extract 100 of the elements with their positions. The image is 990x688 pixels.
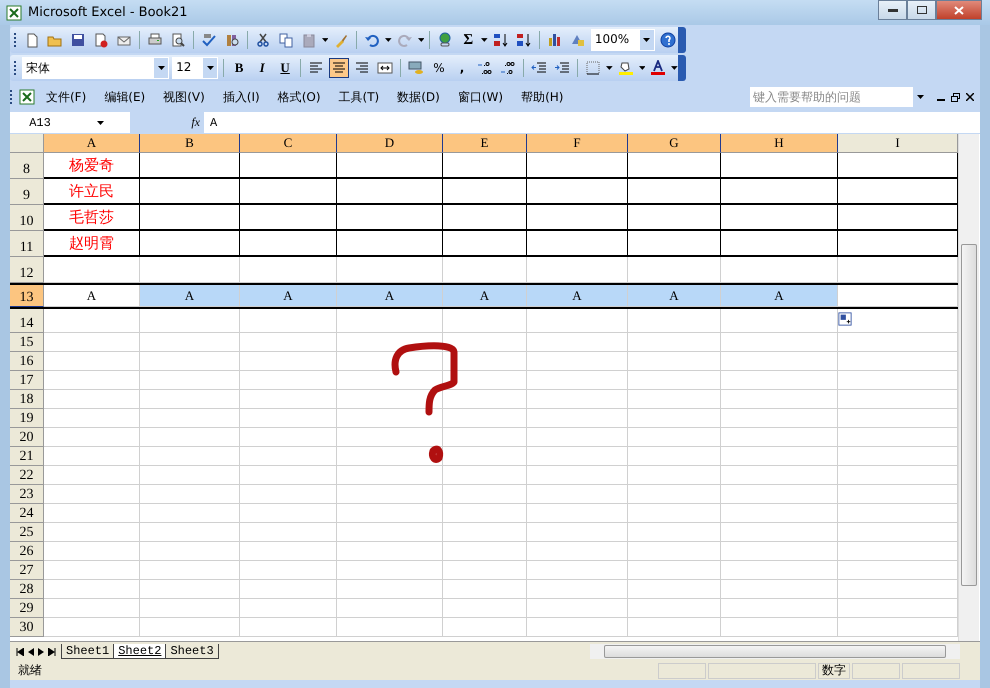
scrollbar-thumb[interactable] [604,645,946,658]
row-header[interactable]: 18 [10,390,44,409]
caret-icon[interactable] [916,95,924,99]
menu-item[interactable]: 编辑(E) [97,86,152,108]
menu-item[interactable]: 视图(V) [156,86,212,108]
menu-item[interactable]: 窗口(W) [450,86,510,108]
row-header[interactable]: 17 [10,371,44,390]
caret-icon[interactable] [385,38,392,42]
table-cell: A [140,285,240,307]
column-header[interactable]: E [443,134,527,153]
menu-item[interactable]: 文件(F) [39,86,94,108]
sheet-tab[interactable]: Sheet1 [61,644,114,659]
table-cell: A [527,285,628,307]
row-header[interactable]: 8 [10,153,44,179]
horizontal-scrollbar[interactable] [590,644,960,659]
row-header[interactable]: 12 [10,257,44,283]
caret-icon[interactable] [481,38,488,42]
row-header[interactable]: 13 [10,285,44,307]
row-header[interactable]: 28 [10,580,44,599]
close-icon[interactable] [966,92,974,100]
row-header[interactable]: 24 [10,504,44,523]
menu-item[interactable]: 数据(D) [390,86,447,108]
column-header[interactable]: D [337,134,443,153]
row-header[interactable]: 29 [10,599,44,618]
caret-icon[interactable] [638,66,646,70]
close-icon [954,6,964,14]
align-center-button[interactable] [329,58,350,78]
row-header[interactable]: 11 [10,231,44,257]
row-header[interactable]: 22 [10,466,44,485]
underline-button[interactable]: U [275,58,296,78]
table-cell: 许立民 [44,179,140,205]
table-cell: A [443,285,527,307]
excel-logo-icon [19,89,35,105]
minimize-button[interactable] [878,0,907,20]
row-header[interactable]: 19 [10,409,44,428]
font-size-dropdown[interactable]: 12 [172,57,218,79]
next-sheet-icon[interactable] [38,648,44,656]
fill-bucket-icon [618,60,634,76]
help-search-field[interactable]: 键入需要帮助的问题 [750,87,927,107]
bold-button[interactable]: B [229,58,250,78]
column-header[interactable]: G [628,134,721,153]
column-header[interactable]: F [527,134,628,153]
minimize-icon [888,8,898,12]
row-header[interactable]: 21 [10,447,44,466]
scrollbar-thumb[interactable] [961,244,977,586]
caret-icon[interactable] [96,120,104,124]
column-header[interactable]: H [721,134,838,153]
percent-button[interactable]: % [429,58,449,78]
italic-button[interactable]: I [252,58,272,78]
maximize-button[interactable] [907,0,936,20]
row-header[interactable]: 14 [10,309,44,333]
row-header[interactable]: 20 [10,428,44,447]
table-cell: 毛哲莎 [44,205,140,231]
status-pane [902,662,960,678]
table-cell: A [628,285,721,307]
caret-icon[interactable] [643,38,650,42]
row-header[interactable]: 30 [10,618,44,637]
autosum-button[interactable]: Σ [458,30,478,50]
caret-icon[interactable] [206,66,214,70]
menu-item[interactable]: 工具(T) [332,86,386,108]
first-sheet-icon[interactable] [16,648,24,656]
vertical-scrollbar[interactable] [958,134,979,641]
insert-function-button[interactable]: fx [191,115,200,130]
font-dropdown[interactable]: 宋体 [22,57,170,79]
zoom-dropdown[interactable]: 100% [590,29,655,51]
row-header[interactable]: 15 [10,333,44,352]
column-header[interactable]: A [44,134,140,153]
borders-icon [584,60,601,76]
row-header[interactable]: 26 [10,542,44,561]
comma-button[interactable]: , [452,58,472,78]
help-button[interactable] [658,30,678,50]
row-header[interactable]: 9 [10,179,44,205]
formula-field[interactable]: A [204,116,218,130]
caret-icon[interactable] [418,38,424,42]
copy-pages-icon [278,32,294,48]
table-cell: A [240,285,337,307]
menu-item[interactable]: 格式(O) [270,86,328,108]
row-header[interactable]: 16 [10,352,44,371]
menu-item[interactable]: 插入(I) [216,86,267,108]
sheet-tab[interactable]: Sheet3 [165,644,219,659]
column-header[interactable]: C [240,134,337,153]
caret-icon[interactable] [671,66,678,70]
close-button[interactable] [936,0,982,20]
last-sheet-icon[interactable] [48,648,56,656]
row-header[interactable]: 23 [10,485,44,504]
caret-icon[interactable] [322,38,328,42]
globe-link-icon [437,32,454,48]
previous-sheet-icon[interactable] [28,648,34,656]
caret-icon[interactable] [158,66,165,70]
column-header[interactable]: B [140,134,240,153]
paste-options-button[interactable] [838,312,852,326]
menu-item[interactable]: 帮助(H) [514,86,570,108]
row-header[interactable]: 25 [10,523,44,542]
column-header[interactable]: I [838,134,958,153]
sheet-tab[interactable]: Sheet2 [113,644,166,659]
restore-icon[interactable] [951,92,960,102]
row-header[interactable]: 10 [10,205,44,231]
clipboard-icon [300,32,317,48]
row-header[interactable]: 27 [10,561,44,580]
caret-icon[interactable] [606,66,613,70]
